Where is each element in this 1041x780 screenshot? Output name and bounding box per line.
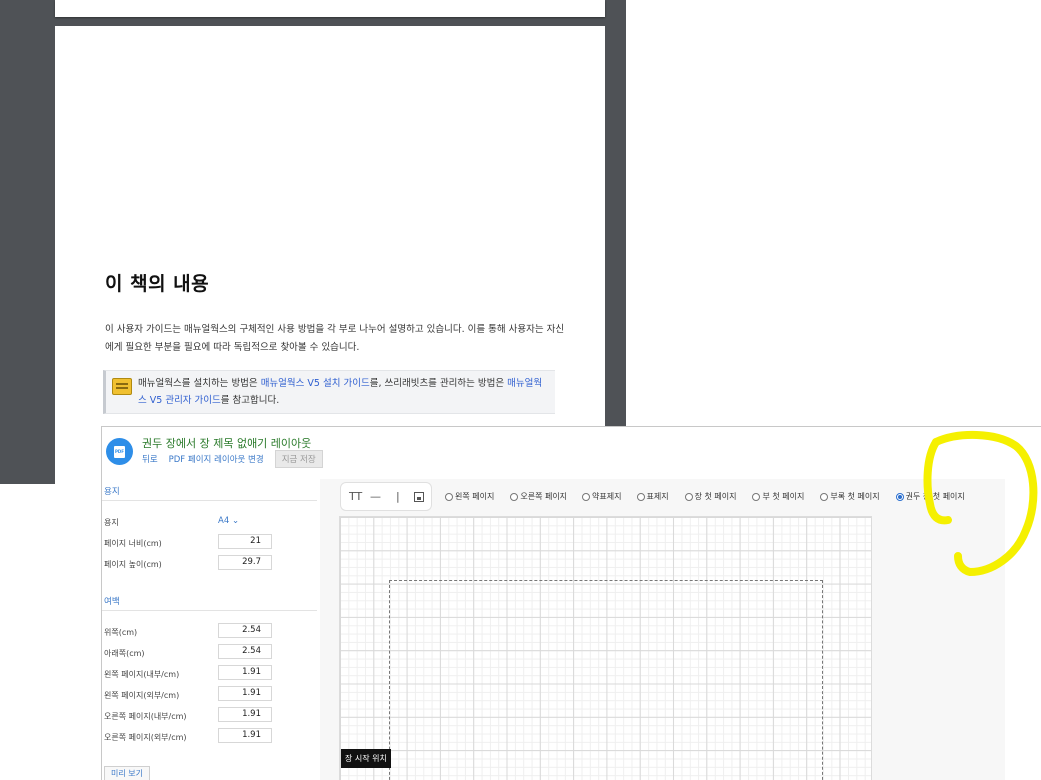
image-tool-icon[interactable] xyxy=(414,492,424,502)
margin-bottom-label: 아래쪽(cm) xyxy=(104,649,145,658)
left-outer-label: 왼쪽 페이지(외부/cm) xyxy=(104,691,180,700)
page-type-label: 왼쪽 페이지 xyxy=(455,492,495,501)
book-contents-heading: 이 책의 내용 xyxy=(105,273,210,295)
layout-grid[interactable]: 장 시작 위치 xyxy=(339,516,872,780)
chapter-start-marker[interactable]: 장 시작 위치 xyxy=(341,749,391,768)
page-type-option[interactable]: 장 첫 페이지 xyxy=(684,491,737,502)
page-type-option[interactable]: 부록 첫 페이지 xyxy=(820,491,880,502)
note-box: 매뉴얼웍스를 설치하는 방법은 매뉴얼웍스 V5 설치 가이드를, 쓰리래빗츠를… xyxy=(103,370,555,414)
paper-size-select[interactable]: A4 ⌄ xyxy=(218,516,239,526)
margin-bottom-input[interactable]: 2.54 xyxy=(218,644,272,659)
page-type-label: 부록 첫 페이지 xyxy=(830,492,880,501)
page-type-label: 오른쪽 페이지 xyxy=(520,492,568,501)
book-contents-intro: 이 사용자 가이드는 매뉴얼웍스의 구체적인 사용 방법을 각 부로 나누어 설… xyxy=(105,324,565,353)
page-type-option[interactable]: 표제지 xyxy=(636,491,669,502)
paper-size-value: A4 xyxy=(218,516,230,526)
layout-title: 권두 장에서 장 제목 없애기 레이아웃 xyxy=(142,437,312,450)
page-type-label: 표제지 xyxy=(646,492,669,501)
radio-unchecked-icon[interactable] xyxy=(752,492,761,501)
left-inner-label: 왼쪽 페이지(내부/cm) xyxy=(104,670,180,679)
right-outer-input[interactable]: 1.91 xyxy=(218,728,272,743)
radio-unchecked-icon[interactable] xyxy=(510,492,519,501)
note-icon xyxy=(112,378,132,395)
margin-guide xyxy=(389,580,823,780)
page-width-input[interactable]: 21 xyxy=(218,534,272,549)
page-width-label: 페이지 너비(cm) xyxy=(104,539,162,548)
radio-unchecked-icon[interactable] xyxy=(636,492,645,501)
radio-unchecked-icon[interactable] xyxy=(820,492,829,501)
pdf-logo-text: PDF xyxy=(114,446,125,458)
pdf-page-previous xyxy=(55,0,605,17)
page-type-label: 장 첫 페이지 xyxy=(694,492,737,501)
page-type-options: 왼쪽 페이지 오른쪽 페이지 약표제지 표제지 장 첫 페이지 부 첫 페이지 부록 첫 페… xyxy=(445,491,965,502)
back-link[interactable]: 뒤로 xyxy=(142,453,158,465)
margin-section-divider xyxy=(102,610,317,611)
radio-checked-icon[interactable] xyxy=(895,492,904,501)
editor-header: PDF 권두 장에서 장 제목 없애기 레이아웃 뒤로 PDF 페이지 레이아웃… xyxy=(102,427,1041,479)
screenshot-root: 이 책의 내용 이 사용자 가이드는 매뉴얼웍스의 구체적인 사용 방법을 각 … xyxy=(0,0,1041,780)
insert-toolbar: TT — | xyxy=(340,482,432,511)
right-inner-label: 오른쪽 페이지(내부/cm) xyxy=(104,712,187,721)
page-type-label: 부 첫 페이지 xyxy=(762,492,805,501)
margin-section-title: 여백 xyxy=(104,597,120,607)
page-height-label: 페이지 높이(cm) xyxy=(104,560,162,569)
save-now-button[interactable]: 지금 저장 xyxy=(274,450,323,468)
margin-top-input[interactable]: 2.54 xyxy=(218,623,272,638)
left-outer-input[interactable]: 1.91 xyxy=(218,686,272,701)
note-middle: 를, 쓰리래빗츠를 관리하는 방법은 xyxy=(369,378,508,389)
page-height-input[interactable]: 29.7 xyxy=(218,555,272,570)
layout-editor-panel: PDF 권두 장에서 장 제목 없애기 레이아웃 뒤로 PDF 페이지 레이아웃… xyxy=(101,426,1041,780)
paper-label: 용지 xyxy=(104,518,119,527)
radio-unchecked-icon[interactable] xyxy=(445,492,453,501)
radio-unchecked-icon[interactable] xyxy=(582,492,591,501)
right-outer-label: 오른쪽 페이지(외부/cm) xyxy=(104,733,187,742)
note-prefix: 매뉴얼웍스를 설치하는 방법은 xyxy=(138,378,261,389)
layout-canvas-area: TT — | 왼쪽 페이지 오른쪽 페이지 약표제지 표제지 장 첫 페이지 부 첫 페이… xyxy=(320,479,1005,780)
horizontal-line-tool-icon[interactable]: — xyxy=(370,490,381,504)
yellow-circle-annotation xyxy=(923,431,1038,576)
left-inner-input[interactable]: 1.91 xyxy=(218,665,272,680)
paper-section-divider xyxy=(102,500,317,501)
page-type-option[interactable]: 부 첫 페이지 xyxy=(752,491,804,502)
settings-sidebar: 용지 용지 A4 ⌄ 페이지 너비(cm) 21 페이지 높이(cm) 29.7… xyxy=(102,479,320,780)
chevron-down-icon: ⌄ xyxy=(231,516,240,526)
change-layout-link[interactable]: PDF 페이지 레이아웃 변경 xyxy=(169,453,264,465)
page-type-option[interactable]: 오른쪽 페이지 xyxy=(510,491,567,502)
header-actions: 뒤로 PDF 페이지 레이아웃 변경 지금 저장 xyxy=(142,450,323,468)
page-type-label: 약표제지 xyxy=(592,492,622,501)
note-suffix: 를 참고합니다. xyxy=(220,395,280,406)
page-type-option[interactable]: 왼쪽 페이지 xyxy=(445,491,494,502)
margin-top-label: 위쪽(cm) xyxy=(104,628,138,637)
pdf-logo-icon: PDF xyxy=(106,438,133,465)
right-inner-input[interactable]: 1.91 xyxy=(218,707,272,722)
text-tool-icon[interactable]: TT xyxy=(349,490,362,504)
paper-section-title: 용지 xyxy=(104,487,120,497)
radio-unchecked-icon[interactable] xyxy=(684,492,693,501)
pdf-viewer[interactable]: 이 책의 내용 이 사용자 가이드는 매뉴얼웍스의 구체적인 사용 방법을 각 … xyxy=(0,0,626,496)
page-type-option[interactable]: 약표제지 xyxy=(582,491,622,502)
preview-button[interactable]: 미리 보기 xyxy=(104,766,150,780)
install-guide-link[interactable]: 매뉴얼웍스 V5 설치 가이드 xyxy=(261,378,370,389)
vertical-line-tool-icon[interactable]: | xyxy=(396,490,400,504)
note-text: 매뉴얼웍스를 설치하는 방법은 매뉴얼웍스 V5 설치 가이드를, 쓰리래빗츠를… xyxy=(138,375,550,409)
